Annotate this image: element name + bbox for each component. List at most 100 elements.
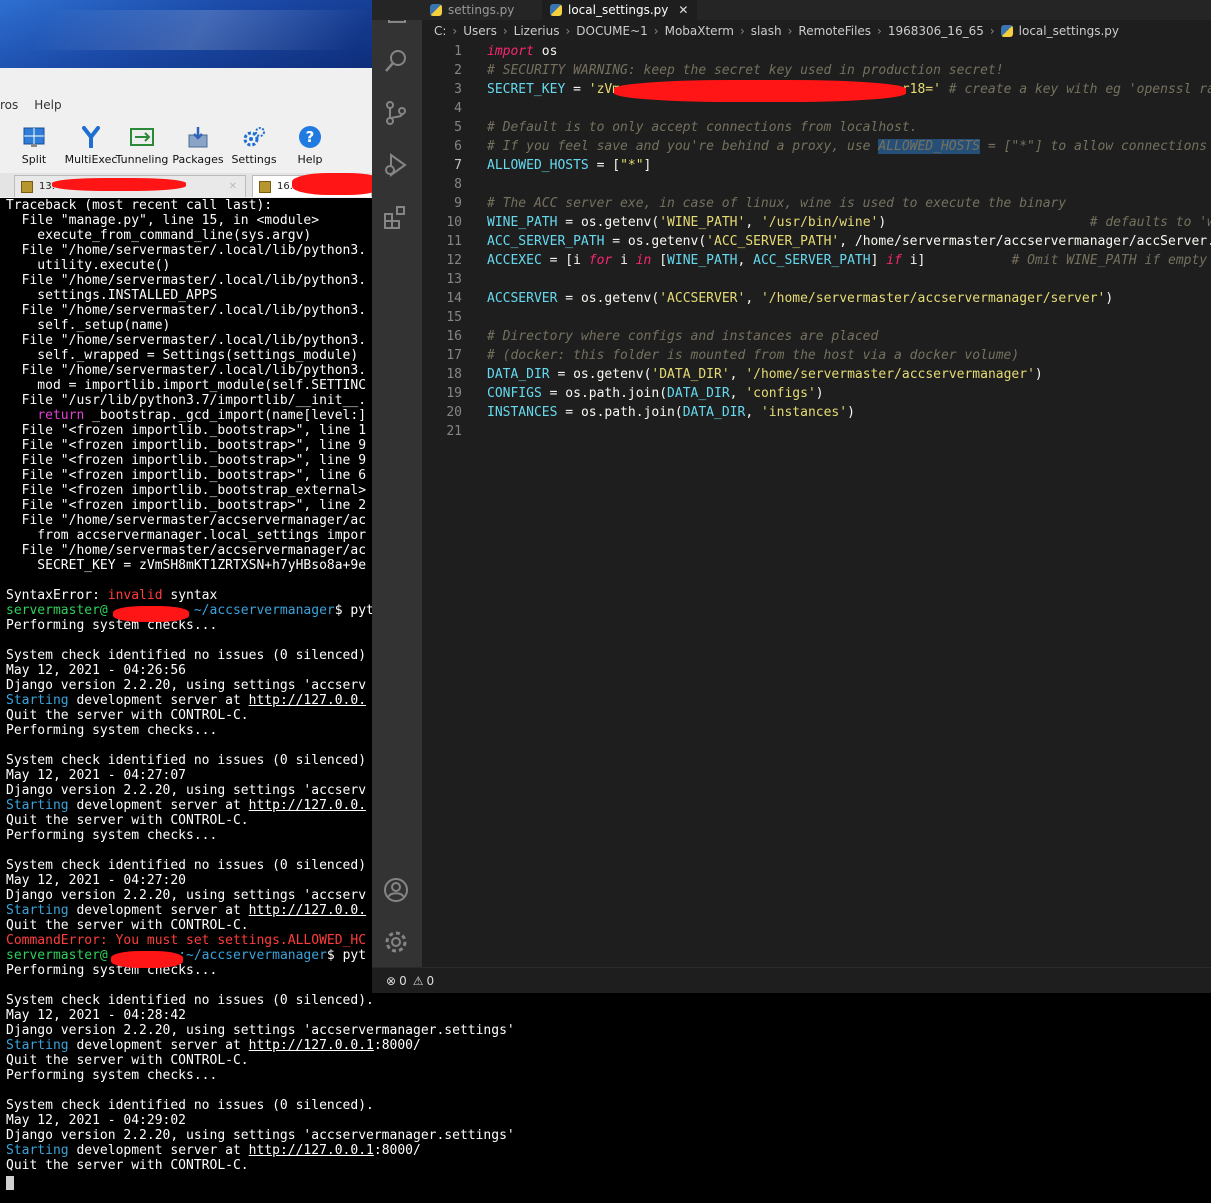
run-debug-icon[interactable] bbox=[383, 152, 409, 178]
terminal-line: File "<frozen importlib._bootstrap_exter… bbox=[6, 483, 367, 498]
code-line[interactable]: # (docker: this folder is mounted from t… bbox=[487, 346, 1019, 365]
line-number: 3 bbox=[454, 82, 462, 97]
terminal-line: Performing system checks... bbox=[6, 723, 218, 738]
terminal-line: Starting development server at http://12… bbox=[6, 903, 367, 918]
terminal-line: Quit the server with CONTROL-C. bbox=[6, 918, 249, 933]
code-line[interactable]: DATA_DIR = os.getenv('DATA_DIR', '/home/… bbox=[487, 365, 1043, 384]
terminal-line: self._wrapped = Settings(settings_module… bbox=[6, 348, 359, 363]
code-line[interactable]: # SECURITY WARNING: keep the secret key … bbox=[487, 61, 1004, 80]
help-icon: ? bbox=[298, 125, 322, 149]
line-number: 16 bbox=[446, 329, 462, 344]
code-line[interactable]: ALLOWED_HOSTS = ["*"] bbox=[487, 156, 651, 175]
line-number: 11 bbox=[446, 234, 462, 249]
line-number: 19 bbox=[446, 386, 462, 401]
terminal-line: Performing system checks... bbox=[6, 828, 218, 843]
line-number: 18 bbox=[446, 367, 462, 382]
line-number: 12 bbox=[446, 253, 462, 268]
terminal-line: mod = importlib.import_module(self.SETTI… bbox=[6, 378, 367, 393]
error-icon: ⊗ bbox=[386, 973, 397, 988]
redaction-mark bbox=[111, 951, 183, 968]
code-line[interactable]: WINE_PATH = os.getenv('WINE_PATH', '/usr… bbox=[487, 213, 1211, 232]
search-icon[interactable] bbox=[383, 48, 409, 74]
breadcrumb-item[interactable]: slash bbox=[751, 24, 782, 38]
terminal-line: CommandError: You must set settings.ALLO… bbox=[6, 933, 367, 948]
wrench-icon bbox=[259, 180, 271, 193]
code-line[interactable]: INSTANCES = os.path.join(DATA_DIR, 'inst… bbox=[487, 403, 855, 422]
breadcrumb-item[interactable]: 1968306_16_65 bbox=[888, 24, 984, 38]
editor-tab-bar: settings.py local_settings.py ✕ bbox=[372, 0, 1211, 20]
code-line[interactable]: ACCSERVER = os.getenv('ACCSERVER', '/hom… bbox=[487, 289, 1113, 308]
terminal-line: servermaster@ ~/accservermanager$ pyt bbox=[6, 603, 374, 618]
terminal-line: May 12, 2021 - 04:27:07 bbox=[6, 768, 187, 783]
code-line[interactable]: import os bbox=[487, 42, 557, 61]
breadcrumb-item[interactable]: Users bbox=[463, 24, 497, 38]
menu-item-tools[interactable]: ros bbox=[0, 98, 18, 118]
code-line[interactable]: ACCEXEC = [i for i in [WINE_PATH, ACC_SE… bbox=[487, 251, 1207, 270]
breadcrumb-item[interactable]: Lizerius bbox=[514, 24, 560, 38]
terminal-line: Django version 2.2.20, using settings 'a… bbox=[6, 1023, 515, 1038]
line-number: 15 bbox=[446, 310, 462, 325]
line-number: 8 bbox=[454, 177, 462, 192]
problems-status[interactable]: ⊗ 0 ⚠ 0 bbox=[386, 974, 434, 988]
terminal-line: servermaster@ :~/accservermanager$ pyt bbox=[6, 948, 367, 963]
breadcrumb-item[interactable]: MobaXterm bbox=[665, 24, 734, 38]
code-line[interactable]: # If you feel save and you're behind a p… bbox=[487, 137, 1211, 156]
help-button[interactable]: ? Help bbox=[282, 118, 338, 166]
tab-local-settings-py[interactable]: local_settings.py ✕ bbox=[542, 0, 697, 20]
settings-button[interactable]: Settings bbox=[226, 118, 282, 166]
breadcrumb-item[interactable]: local_settings.py bbox=[1019, 24, 1119, 38]
code-line[interactable]: CONFIGS = os.path.join(DATA_DIR, 'config… bbox=[487, 384, 824, 403]
line-number: 9 bbox=[454, 196, 462, 211]
accounts-icon[interactable] bbox=[383, 877, 409, 903]
tunneling-button[interactable]: Tunneling bbox=[114, 118, 170, 166]
terminal-line: File "/home/servermaster/.local/lib/pyth… bbox=[6, 363, 367, 378]
terminal-line: File "/home/servermaster/.local/lib/pyth… bbox=[6, 243, 367, 258]
multiexec-icon bbox=[79, 125, 103, 149]
line-number: 21 bbox=[446, 424, 462, 439]
breadcrumb-item[interactable]: DOCUME~1 bbox=[576, 24, 647, 38]
line-number: 1 bbox=[454, 44, 462, 59]
line-number: 6 bbox=[454, 139, 462, 154]
warning-icon: ⚠ bbox=[412, 973, 424, 988]
redaction-mark bbox=[113, 606, 189, 622]
python-file-icon bbox=[430, 4, 442, 16]
code-line[interactable]: # The ACC server exe, in case of linux, … bbox=[487, 194, 1066, 213]
wrench-icon bbox=[21, 180, 33, 193]
breadcrumb-item[interactable]: RemoteFiles bbox=[798, 24, 871, 38]
split-button[interactable]: Split bbox=[0, 118, 68, 166]
terminal-line: Starting development server at http://12… bbox=[6, 1143, 421, 1158]
desktop-wallpaper bbox=[0, 0, 372, 68]
terminal-line: File "<frozen importlib._bootstrap>", li… bbox=[6, 453, 367, 468]
terminal-line: System check identified no issues (0 sil… bbox=[6, 753, 367, 768]
code-line[interactable]: # Default is to only accept connections … bbox=[487, 118, 917, 137]
code-line[interactable]: ACC_SERVER_PATH = os.getenv('ACC_SERVER_… bbox=[487, 232, 1211, 251]
line-number: 20 bbox=[446, 405, 462, 420]
terminal-line: Django version 2.2.20, using settings 'a… bbox=[6, 888, 367, 903]
breadcrumb-item[interactable]: C: bbox=[434, 24, 446, 38]
line-number: 5 bbox=[454, 120, 462, 135]
terminal-line: Traceback (most recent call last): bbox=[6, 198, 273, 213]
terminal-line: System check identified no issues (0 sil… bbox=[6, 1098, 374, 1113]
code-editor[interactable]: 1 import os 2 # SECURITY WARNING: keep the … bbox=[422, 42, 1211, 967]
svg-text:?: ? bbox=[306, 128, 315, 146]
terminal-line: return _bootstrap._gcd_import(name[level… bbox=[37, 408, 367, 423]
extensions-icon[interactable] bbox=[383, 204, 409, 230]
close-tab-icon[interactable]: ✕ bbox=[678, 3, 688, 17]
tab-settings-py[interactable]: settings.py bbox=[422, 0, 542, 20]
packages-icon bbox=[186, 125, 210, 149]
manage-gear-icon[interactable] bbox=[383, 929, 409, 955]
terminal-line: utility.execute() bbox=[6, 258, 171, 273]
terminal-line: System check identified no issues (0 sil… bbox=[6, 993, 374, 1008]
tunneling-icon bbox=[130, 125, 154, 149]
terminal-line: Starting development server at http://12… bbox=[6, 1038, 421, 1053]
source-control-icon[interactable] bbox=[383, 100, 409, 126]
split-icon bbox=[22, 125, 46, 149]
line-number: 2 bbox=[454, 63, 462, 78]
packages-button[interactable]: Packages bbox=[170, 118, 226, 166]
moba-menu-bar: ros Help bbox=[0, 98, 62, 118]
close-icon[interactable]: ✕ bbox=[229, 181, 237, 192]
menu-item-help[interactable]: Help bbox=[34, 98, 61, 118]
code-line[interactable]: # Directory where configs and instances … bbox=[487, 327, 878, 346]
multiexec-button[interactable]: MultiExec bbox=[65, 118, 117, 166]
line-number: 17 bbox=[446, 348, 462, 363]
